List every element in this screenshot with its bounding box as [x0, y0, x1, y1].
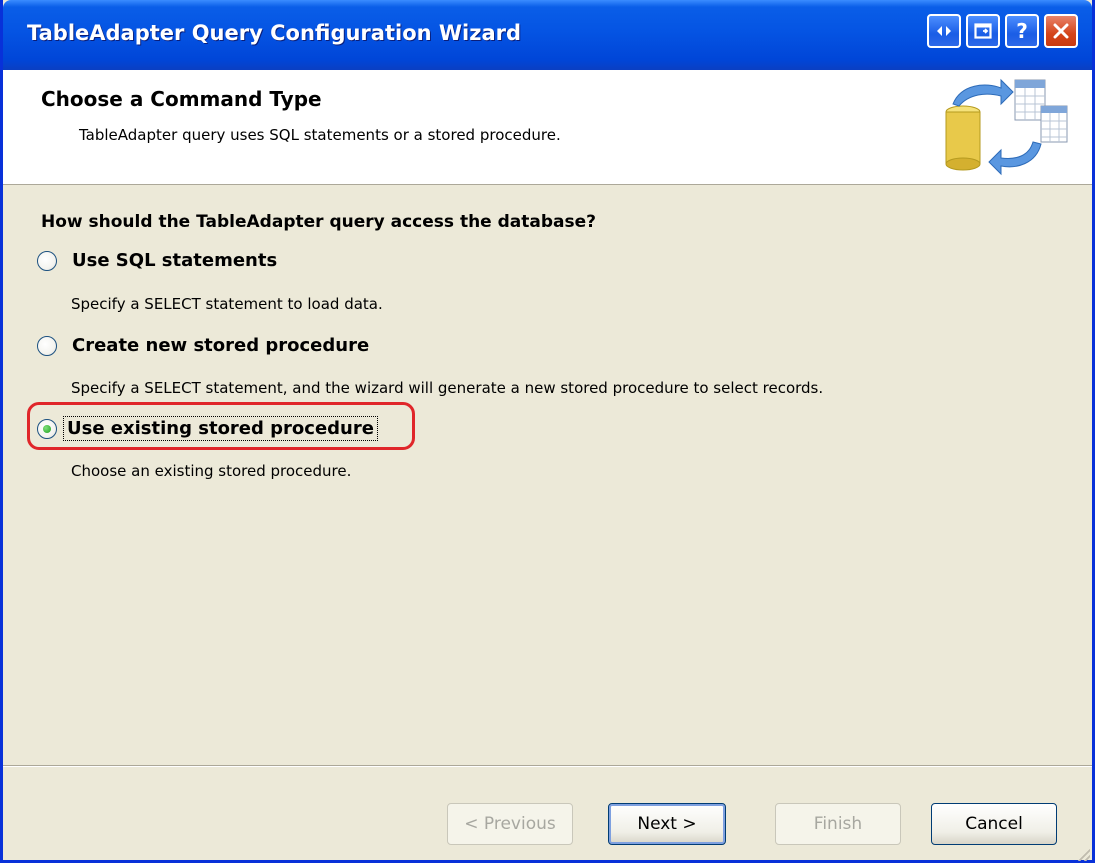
- close-icon[interactable]: [1044, 14, 1078, 48]
- restore-icon[interactable]: [966, 14, 1000, 48]
- footer-divider: [3, 765, 1092, 767]
- page-subtitle: TableAdapter query uses SQL statements o…: [79, 126, 561, 144]
- next-button[interactable]: Next >: [608, 803, 726, 845]
- option-create-new-stored-procedure[interactable]: Create new stored procedure: [37, 334, 372, 357]
- radio-use-existing-stored-procedure[interactable]: [37, 418, 57, 439]
- wizard-header: Choose a Command Type TableAdapter query…: [3, 70, 1092, 185]
- resize-grip[interactable]: [1078, 849, 1090, 861]
- option-use-existing-stored-procedure[interactable]: Use existing stored procedure: [37, 416, 378, 441]
- wizard-content: How should the TableAdapter query access…: [3, 185, 1092, 765]
- option-description: Specify a SELECT statement to load data.: [71, 295, 383, 313]
- option-description: Specify a SELECT statement, and the wiza…: [71, 379, 824, 397]
- previous-button[interactable]: < Previous: [447, 803, 573, 845]
- option-label[interactable]: Use SQL statements: [69, 249, 280, 272]
- option-label[interactable]: Create new stored procedure: [69, 334, 372, 357]
- wizard-window: TableAdapter Query Configuration Wizard …: [0, 0, 1095, 863]
- title-bar[interactable]: TableAdapter Query Configuration Wizard …: [3, 0, 1092, 70]
- page-title: Choose a Command Type: [41, 87, 322, 111]
- option-use-sql-statements[interactable]: Use SQL statements: [37, 249, 280, 272]
- help-icon[interactable]: ?: [1005, 14, 1039, 48]
- option-label[interactable]: Use existing stored procedure: [63, 416, 378, 441]
- wizard-footer: < Previous Next > Finish Cancel: [3, 765, 1092, 863]
- radio-create-new-stored-procedure[interactable]: [37, 335, 57, 356]
- option-description: Choose an existing stored procedure.: [71, 462, 352, 480]
- context-help-toggle-icon[interactable]: [927, 14, 961, 48]
- database-tables-icon: [945, 78, 1068, 176]
- window-title: TableAdapter Query Configuration Wizard: [27, 21, 522, 45]
- finish-button[interactable]: Finish: [775, 803, 901, 845]
- question-label: How should the TableAdapter query access…: [41, 212, 597, 232]
- cancel-button[interactable]: Cancel: [931, 803, 1057, 845]
- radio-use-sql-statements[interactable]: [37, 250, 57, 271]
